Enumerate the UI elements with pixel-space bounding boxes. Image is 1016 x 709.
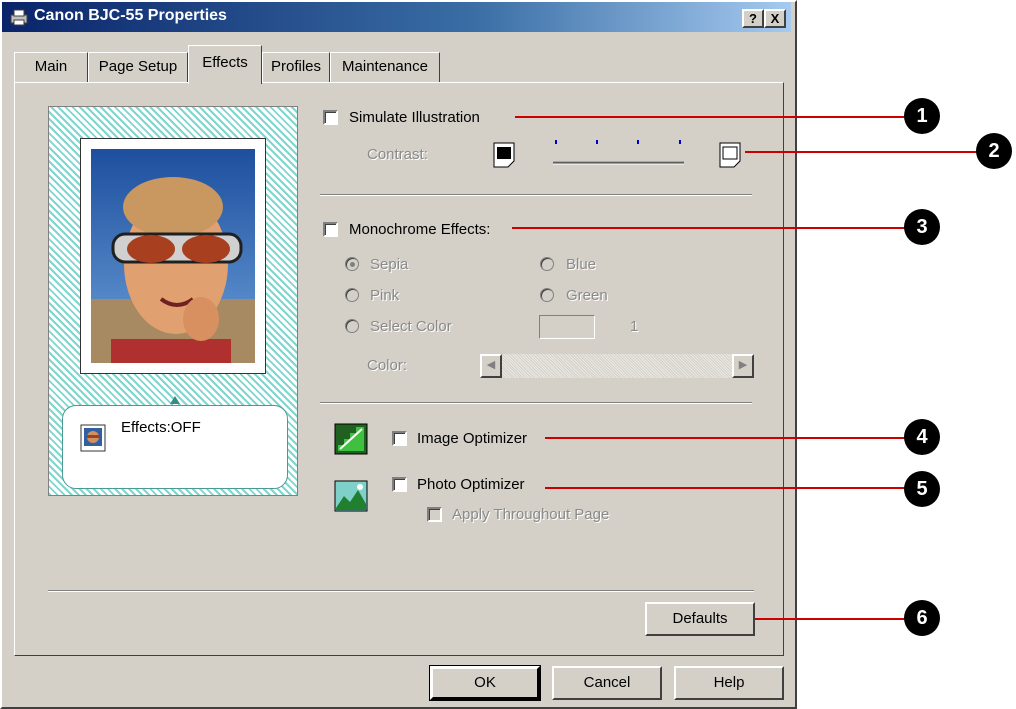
pointer-arrow [170,396,180,404]
green-label[interactable]: Green [566,287,608,304]
photo-optimizer-label[interactable]: Photo Optimizer [417,476,525,493]
apply-throughout-page-label[interactable]: Apply Throughout Page [452,506,609,523]
apply-throughout-page-checkbox[interactable] [427,507,442,522]
callout-line-4 [545,437,907,439]
close-button[interactable]: X [764,9,786,28]
contrast-light-icon [719,142,743,168]
simulate-illustration-checkbox[interactable] [323,110,338,125]
image-optimizer-icon [334,423,368,455]
color-value: 1 [630,318,639,335]
cancel-button[interactable]: Cancel [552,666,662,700]
defaults-button[interactable]: Defaults [645,602,755,636]
effects-thumbnail-icon [78,422,108,454]
separator-3 [48,590,754,592]
contrast-label: Contrast: [367,146,428,163]
color-scrollbar[interactable]: ◀ ▶ [480,354,754,378]
window-title: Canon BJC-55 Properties [34,7,227,24]
callout-5: 5 [904,471,940,507]
scroll-left-button[interactable]: ◀ [480,354,502,378]
separator-2 [320,402,752,404]
contrast-slider[interactable] [551,138,686,168]
select-color-label[interactable]: Select Color [370,318,452,335]
callout-line-3 [512,227,907,229]
blue-radio[interactable] [540,257,554,271]
sepia-radio[interactable] [345,257,359,271]
image-optimizer-label[interactable]: Image Optimizer [417,430,527,447]
blue-label[interactable]: Blue [566,256,596,273]
color-label: Color: [367,357,408,374]
green-radio[interactable] [540,288,554,302]
tab-main[interactable]: Main [14,52,88,82]
sepia-label[interactable]: Sepia [370,256,408,273]
help-button[interactable]: Help [674,666,784,700]
effects-status-label: Effects:OFF [121,419,201,436]
tab-effects[interactable]: Effects [188,45,262,84]
photo-optimizer-icon [334,480,368,512]
image-optimizer-checkbox[interactable] [392,431,407,446]
ok-button[interactable]: OK [429,665,541,701]
monochrome-effects-label[interactable]: Monochrome Effects: [349,221,490,238]
callout-line-5 [545,487,907,489]
tab-profiles[interactable]: Profiles [262,52,330,82]
contrast-dark-icon [493,142,517,168]
separator-1 [320,194,752,196]
printer-icon [9,8,29,26]
callout-line-6 [755,618,907,620]
help-title-button[interactable]: ? [742,9,764,28]
callout-4: 4 [904,419,940,455]
callout-3: 3 [904,209,940,245]
callout-line-2 [745,151,980,153]
monochrome-effects-checkbox[interactable] [323,222,338,237]
simulate-illustration-label[interactable]: Simulate Illustration [349,109,480,126]
callout-line-1 [515,116,907,118]
callout-6: 6 [904,600,940,636]
callout-2: 2 [976,133,1012,169]
pink-label[interactable]: Pink [370,287,399,304]
tab-page-setup[interactable]: Page Setup [88,52,188,82]
tab-maintenance[interactable]: Maintenance [330,52,440,82]
title-bar[interactable]: Canon BJC-55 Properties ? X [2,2,791,32]
color-swatch[interactable] [539,315,595,339]
preview-photo [80,138,266,374]
select-color-radio[interactable] [345,319,359,333]
callout-1: 1 [904,98,940,134]
scroll-right-button[interactable]: ▶ [732,354,754,378]
pink-radio[interactable] [345,288,359,302]
photo-optimizer-checkbox[interactable] [392,477,407,492]
